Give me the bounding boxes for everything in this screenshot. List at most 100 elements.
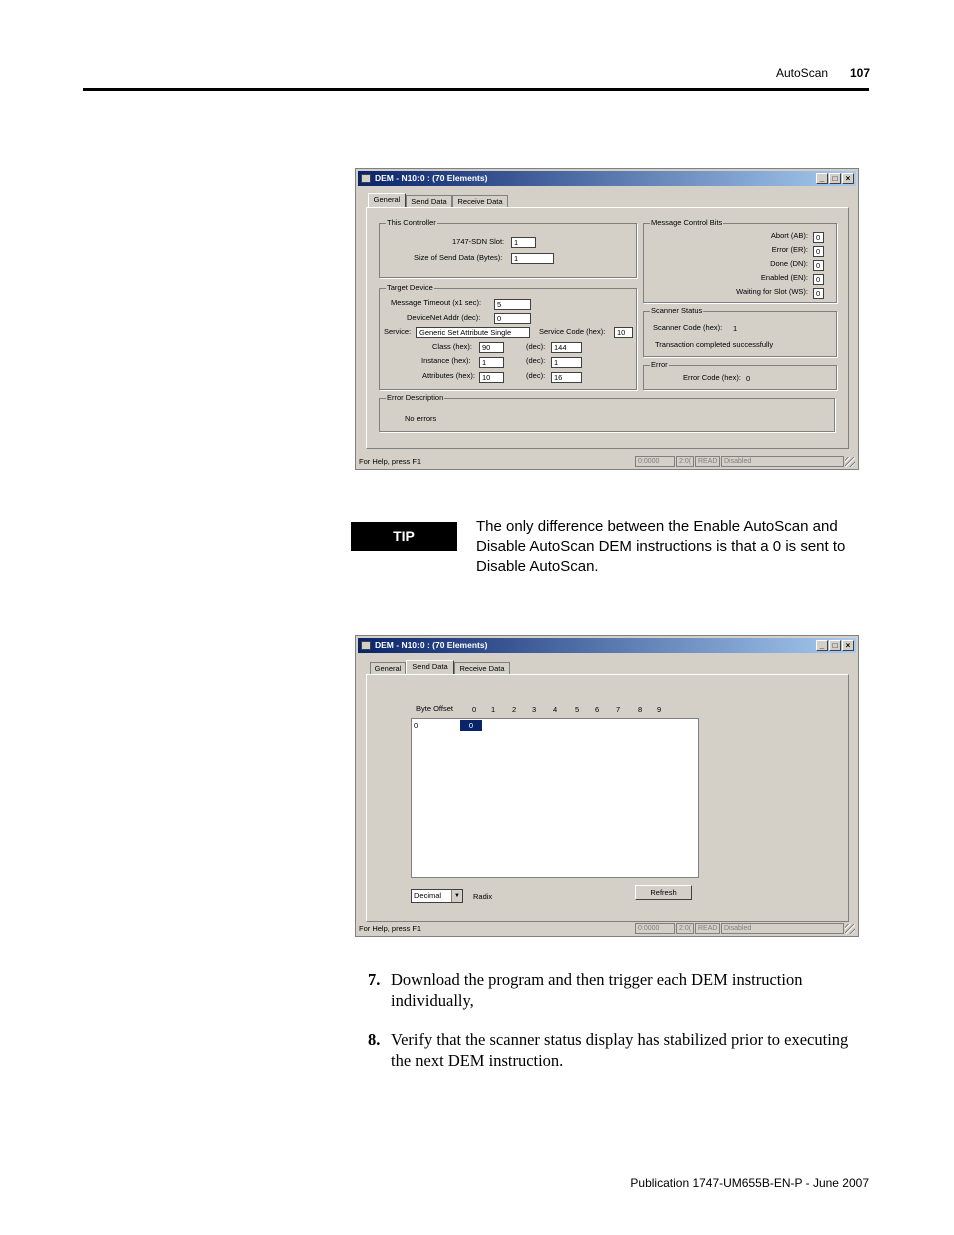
tab-send-data[interactable]: Send Data <box>406 660 454 674</box>
status-bar: For Help, press F1 0:0000 2:0( READ Disa… <box>358 455 856 468</box>
group-label: Target Device <box>386 283 434 292</box>
tip-text: The only difference between the Enable A… <box>476 518 846 575</box>
status-state: Disabled <box>721 923 844 934</box>
column-header-3: 3 <box>532 705 537 714</box>
column-header-1: 1 <box>491 705 496 714</box>
radix-label: Radix <box>473 892 493 901</box>
row-offset-label: 0 <box>414 721 419 730</box>
size-label: Size of Send Data (Bytes): <box>414 253 503 262</box>
abort-label: Abort (AB): <box>770 231 808 240</box>
column-header-6: 6 <box>595 705 600 714</box>
error-bit-label: Error (ER): <box>771 245 808 254</box>
window-title: DEM - N10:0 : (70 Elements) <box>375 640 488 650</box>
group-label: Error <box>650 360 669 369</box>
title-bar: DEM - N10:0 : (70 Elements) _ □ × <box>358 171 856 186</box>
data-cell-0[interactable]: 0 <box>460 720 482 731</box>
step-number: 7. <box>368 970 381 989</box>
deviceNet-addr-label: DeviceNet Addr (dec): <box>407 313 481 322</box>
dem-send-data-window: DEM - N10:0 : (70 Elements) _ □ × Genera… <box>355 635 859 937</box>
status-help-text: For Help, press F1 <box>359 457 422 466</box>
deviceNet-addr-field[interactable]: 0 <box>494 313 531 324</box>
dropdown-arrow-icon[interactable]: ▼ <box>451 890 462 902</box>
service-label: Service: <box>384 327 412 336</box>
group-label: Scanner Status <box>650 306 704 315</box>
resize-grip[interactable] <box>845 924 855 934</box>
resize-grip[interactable] <box>845 457 855 467</box>
slot-label: 1747-SDN Slot: <box>452 237 505 246</box>
step-text: Download the program and then trigger ea… <box>391 970 803 1010</box>
data-grid[interactable]: 0 0 <box>411 718 699 878</box>
radix-select[interactable]: Decimal ▼ <box>411 889 463 903</box>
service-select[interactable]: Generic Set Attribute Single <box>416 327 530 338</box>
instance-dec-field[interactable]: 1 <box>551 357 582 368</box>
group-label: Message Control Bits <box>650 218 724 227</box>
waiting-label: Waiting for Slot (WS): <box>736 287 808 296</box>
error-code-value: 0 <box>746 374 751 383</box>
status-mode: READ <box>695 456 720 467</box>
radix-value: Decimal <box>414 891 442 900</box>
status-address: 0:0000 <box>635 456 675 467</box>
enabled-bit-field: 0 <box>813 274 824 285</box>
done-label: Done (DN): <box>770 259 808 268</box>
tab-send-data[interactable]: Send Data <box>406 195 452 207</box>
byte-offset-label: Byte Offset <box>416 704 453 713</box>
tab-general[interactable]: General <box>368 193 406 207</box>
service-code-field[interactable]: 10 <box>614 327 633 338</box>
class-dec-field[interactable]: 144 <box>551 342 582 353</box>
waiting-bit-field: 0 <box>813 288 824 299</box>
maximize-button[interactable]: □ <box>829 640 841 651</box>
group-label: Error Description <box>386 393 445 402</box>
header-page-number: 107 <box>850 66 871 80</box>
close-button[interactable]: × <box>842 173 854 184</box>
group-label: This Controller <box>386 218 437 227</box>
status-address: 0:0000 <box>635 923 675 934</box>
title-bar: DEM - N10:0 : (70 Elements) _ □ × <box>358 638 856 653</box>
slot-field[interactable]: 1 <box>511 237 536 248</box>
attribute-dec-field[interactable]: 16 <box>551 372 582 383</box>
minimize-button[interactable]: _ <box>816 173 828 184</box>
status-help-text: For Help, press F1 <box>359 924 422 933</box>
tab-receive-data[interactable]: Receive Data <box>454 662 510 674</box>
window-title: DEM - N10:0 : (70 Elements) <box>375 173 488 183</box>
scanner-code-value: 1 <box>733 324 738 333</box>
column-header-9: 9 <box>657 705 662 714</box>
service-code-label: Service Code (hex): <box>539 327 606 336</box>
status-position: 2:0( <box>676 456 694 467</box>
attribute-label: Attributes (hex): <box>422 371 475 380</box>
column-header-2: 2 <box>512 705 517 714</box>
step-number: 8. <box>368 1030 381 1049</box>
status-position: 2:0( <box>676 923 694 934</box>
class-hex-field[interactable]: 90 <box>479 342 504 353</box>
timeout-field[interactable]: 5 <box>494 299 531 310</box>
maximize-button[interactable]: □ <box>829 173 841 184</box>
refresh-button[interactable]: Refresh <box>635 885 692 900</box>
app-icon <box>361 174 371 183</box>
scanner-status-group: Scanner Status Scanner Code (hex): 1 Tra… <box>643 306 837 357</box>
tab-receive-data[interactable]: Receive Data <box>452 195 508 207</box>
dem-general-window: DEM - N10:0 : (70 Elements) _ □ × Genera… <box>355 168 859 470</box>
instance-hex-field[interactable]: 1 <box>479 357 504 368</box>
column-header-4: 4 <box>553 705 558 714</box>
column-header-7: 7 <box>616 705 621 714</box>
step-text: Verify that the scanner status display h… <box>391 1030 849 1070</box>
class-label: Class (hex): <box>432 342 473 351</box>
scanner-status-message: Transaction completed successfully <box>655 340 774 349</box>
message-control-bits-group: Message Control Bits Abort (AB): 0 Error… <box>643 218 837 303</box>
timeout-label: Message Timeout (x1 sec): <box>391 298 482 307</box>
column-header-8: 8 <box>638 705 643 714</box>
status-mode: READ <box>695 923 720 934</box>
class-dec-label: (dec): <box>526 342 546 351</box>
close-button[interactable]: × <box>842 640 854 651</box>
size-field[interactable]: 1 <box>511 253 554 264</box>
tab-general[interactable]: General <box>370 662 406 674</box>
status-bar: For Help, press F1 0:0000 2:0( READ Disa… <box>358 922 856 935</box>
error-group: Error Error Code (hex): 0 <box>643 360 837 390</box>
target-device-group: Target Device Message Timeout (x1 sec): … <box>379 283 637 390</box>
minimize-button[interactable]: _ <box>816 640 828 651</box>
error-bit-field: 0 <box>813 246 824 257</box>
abort-bit-field: 0 <box>813 232 824 243</box>
attribute-hex-field[interactable]: 10 <box>479 372 504 383</box>
instance-label: Instance (hex): <box>421 356 471 365</box>
error-description-text: No errors <box>405 414 437 423</box>
enabled-label: Enabled (EN): <box>760 273 808 282</box>
